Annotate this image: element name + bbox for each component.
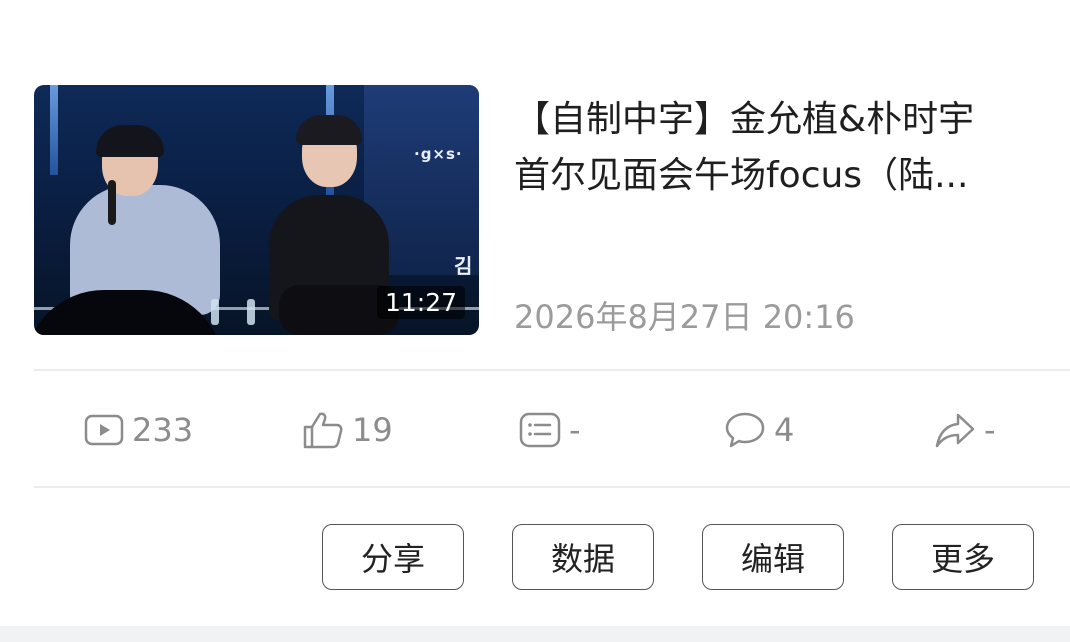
microphone xyxy=(108,180,116,225)
stat-shares[interactable]: - xyxy=(934,406,996,454)
share-button[interactable]: 分享 xyxy=(322,524,464,590)
publish-date: 2026年8月27日 20:16 xyxy=(514,298,855,336)
shares-count: - xyxy=(984,411,996,449)
stat-likes[interactable]: 19 xyxy=(302,406,393,454)
likes-count: 19 xyxy=(352,411,393,449)
person-right-hair xyxy=(296,115,362,145)
stat-danmaku: - xyxy=(519,406,581,454)
stage-logo: ·g×s· xyxy=(414,145,463,163)
video-title-line2: 首尔见面会午场focus（陆... xyxy=(514,155,969,196)
video-duration: 11:27 xyxy=(376,286,465,319)
comments-count: 4 xyxy=(774,411,795,449)
water-bottles xyxy=(209,295,269,325)
video-title[interactable]: 【自制中字】金允植&朴时宇 首尔见面会午场focus（陆... xyxy=(514,92,1034,204)
stat-comments[interactable]: 4 xyxy=(724,406,794,454)
edit-button[interactable]: 编辑 xyxy=(702,524,844,590)
views-count: 233 xyxy=(132,411,194,449)
share-icon xyxy=(934,410,976,450)
stat-views: 233 xyxy=(84,406,193,454)
person-left-hair xyxy=(96,125,164,157)
list-separator xyxy=(0,626,1070,642)
video-title-line1: 【自制中字】金允植&朴时宇 xyxy=(514,99,975,140)
stage-light xyxy=(50,85,58,175)
play-icon xyxy=(84,413,124,447)
danmaku-count: - xyxy=(569,411,581,449)
danmaku-icon xyxy=(519,411,561,449)
data-button[interactable]: 数据 xyxy=(512,524,654,590)
thumbs-up-icon xyxy=(302,410,344,450)
video-thumbnail[interactable]: ·g×s· 김 11:27 xyxy=(34,85,479,335)
video-card: ·g×s· 김 11:27 【自制中字】金允植&朴时宇 首尔见面会午场focus… xyxy=(0,0,1070,626)
divider-bottom xyxy=(34,486,1070,488)
stage-sign: 김 xyxy=(454,254,473,278)
divider-top xyxy=(34,369,1070,371)
comment-icon xyxy=(724,410,766,450)
more-button[interactable]: 更多 xyxy=(892,524,1034,590)
